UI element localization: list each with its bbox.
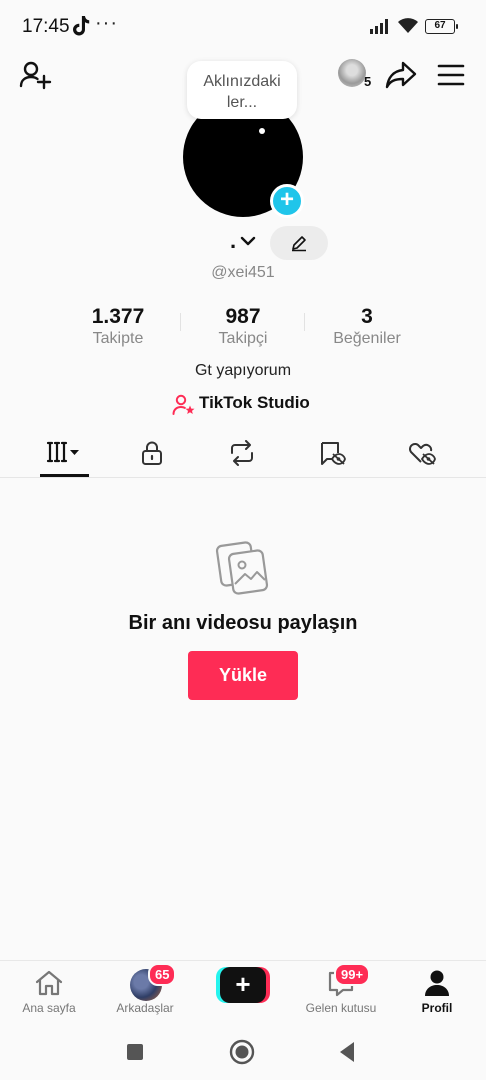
thought-bubble[interactable]: Aklınızdaki ler...	[187, 61, 297, 119]
nav-inbox[interactable]: 99+ Gelen kutusu	[298, 961, 384, 1021]
bottom-nav: Ana sayfa 65 Arkadaşlar + 99+ Gelen kutu…	[0, 960, 486, 1022]
stat-value: 1.377	[91, 305, 145, 328]
nav-profile[interactable]: Profil	[394, 961, 480, 1021]
wifi-icon	[398, 18, 418, 33]
studio-person-star-icon	[172, 394, 195, 415]
videos-grid-icon	[46, 441, 79, 463]
active-tab-indicator	[40, 474, 89, 477]
inbox-badge: 99+	[334, 963, 371, 986]
tab-liked[interactable]	[392, 432, 452, 476]
tab-reposts[interactable]	[212, 432, 272, 476]
recents-icon[interactable]	[121, 1038, 149, 1066]
status-more-dots: ···	[95, 12, 118, 34]
stat-value: 987	[225, 305, 261, 328]
profile-bio: Gt yapıyorum	[194, 362, 292, 379]
repost-icon	[231, 440, 253, 466]
thought-bubble-tail	[259, 128, 265, 134]
tab-videos[interactable]	[34, 432, 94, 476]
liked-hidden-icon	[409, 443, 436, 465]
signal-icon	[370, 19, 388, 34]
profile-tabs	[0, 432, 486, 478]
menu-icon[interactable]	[436, 62, 466, 88]
nav-label: Profil	[421, 1001, 453, 1015]
stat-label: Takipçi	[218, 330, 268, 347]
profile-viewers-button[interactable]: 5	[336, 58, 376, 92]
system-nav-bar	[0, 1022, 486, 1080]
nav-home[interactable]: Ana sayfa	[6, 961, 92, 1021]
chevron-down-icon[interactable]	[240, 235, 256, 247]
status-time: 17:45	[22, 16, 70, 37]
username: @xei451	[211, 264, 275, 281]
pencil-icon	[292, 236, 306, 252]
studio-label: TikTok Studio	[199, 393, 310, 412]
nav-label: Arkadaşlar	[116, 1001, 174, 1015]
empty-state-title: Bir anı videosu paylaşın	[128, 612, 358, 634]
profile-icon	[425, 970, 449, 996]
edit-profile-button[interactable]	[270, 226, 328, 260]
upload-button[interactable]: Yükle	[188, 651, 298, 700]
stat-label: Beğeniler	[333, 330, 401, 347]
photos-icon	[215, 541, 269, 595]
favorites-hidden-icon	[321, 442, 346, 465]
home-icon	[35, 970, 63, 996]
battery-indicator: 67	[425, 19, 458, 34]
plus-icon: +	[220, 967, 266, 1003]
stat-value: 3	[361, 305, 373, 328]
stat-following[interactable]: 1.377 Takipte	[58, 305, 178, 348]
name-row: .	[0, 226, 486, 260]
nav-label: Gelen kutusu	[305, 1001, 377, 1015]
tab-private[interactable]	[122, 432, 182, 476]
home-circle-icon[interactable]	[228, 1038, 256, 1066]
nav-friends[interactable]: 65 Arkadaşlar	[102, 961, 188, 1021]
tiktok-notification-icon	[73, 16, 90, 36]
tab-favorites[interactable]	[302, 432, 362, 476]
create-button[interactable]: +	[216, 967, 270, 1003]
stat-label: Takipte	[92, 330, 144, 347]
stat-divider	[304, 313, 305, 331]
nav-label: Ana sayfa	[22, 1001, 76, 1015]
viewers-count: 5	[364, 74, 372, 89]
stat-likes[interactable]: 3 Beğeniler	[307, 305, 427, 348]
add-story-button[interactable]: +	[270, 184, 304, 218]
lock-icon	[142, 441, 162, 465]
share-icon[interactable]	[385, 60, 417, 90]
status-bar: 17:45 ··· 67	[0, 0, 486, 54]
stat-divider	[180, 313, 181, 331]
friends-badge: 65	[148, 963, 177, 986]
display-name[interactable]: .	[230, 228, 236, 254]
add-friend-icon[interactable]	[18, 58, 52, 92]
back-icon[interactable]	[334, 1038, 362, 1066]
stat-followers[interactable]: 987 Takipçi	[183, 305, 303, 348]
profile-stats: 1.377 Takipte 987 Takipçi 3 Beğeniler	[0, 305, 486, 349]
viewer-avatar	[338, 59, 366, 87]
